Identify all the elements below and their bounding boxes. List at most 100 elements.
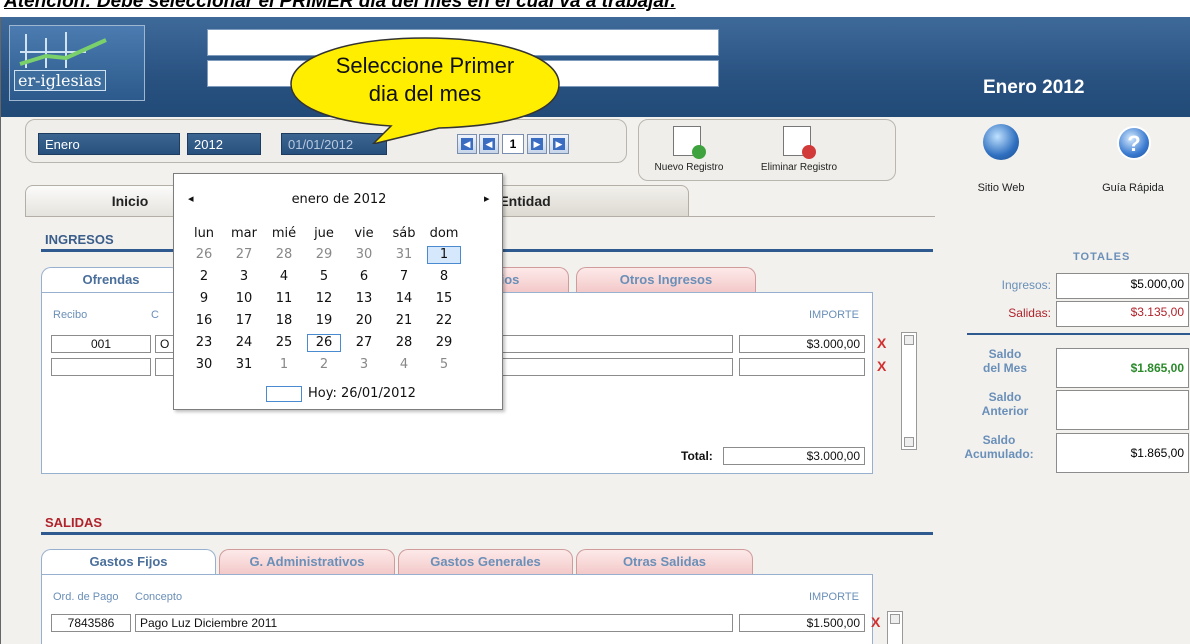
ingreso-importe-cell[interactable]: $3.000,00: [739, 335, 865, 353]
calendar-day[interactable]: 29: [424, 334, 464, 352]
new-record-label: Nuevo Registro: [654, 162, 724, 173]
col-concepto-salida: Concepto: [135, 591, 183, 603]
calendar-day[interactable]: 26: [307, 334, 341, 352]
calendar-day[interactable]: 5: [304, 268, 344, 286]
saldo-acumulado-label-1: Saldo: [982, 433, 1016, 447]
calendar-day[interactable]: 21: [384, 312, 424, 330]
ingreso-recibo-empty[interactable]: [51, 358, 151, 376]
calendar-day[interactable]: 27: [344, 334, 384, 352]
calendar-day[interactable]: 5: [424, 356, 464, 374]
calendar-day[interactable]: 23: [184, 334, 224, 352]
saldo-anterior-value: [1056, 390, 1189, 430]
tab-g-administrativos[interactable]: G. Administrativos: [219, 549, 395, 575]
calendar-day[interactable]: 31: [384, 246, 424, 264]
calendar-day[interactable]: 4: [384, 356, 424, 374]
calendar-day[interactable]: 26: [184, 246, 224, 264]
ingreso-recibo-cell[interactable]: 001: [51, 335, 151, 353]
salida-importe-cell[interactable]: $1.500,00: [739, 614, 865, 632]
calendar-day[interactable]: 4: [264, 268, 304, 286]
calendar-day[interactable]: 16: [184, 312, 224, 330]
tab-ofrendas[interactable]: Ofrendas: [41, 267, 181, 293]
calendar-day[interactable]: 7: [384, 268, 424, 286]
calendar-day[interactable]: 27: [224, 246, 264, 264]
new-record-button[interactable]: Nuevo Registro: [643, 126, 735, 178]
calendar-day[interactable]: 6: [344, 268, 384, 286]
delete-record-button[interactable]: Eliminar Registro: [753, 126, 845, 178]
tab-ingresos-hidden-label: ios: [500, 272, 520, 287]
globe-icon: [983, 124, 1019, 160]
delete-row-icon[interactable]: X: [871, 614, 880, 630]
logo-text: er-iglesias: [14, 70, 106, 91]
website-button[interactable]: Sitio Web: [961, 124, 1041, 200]
app-window: er-iglesias Enero 2012 Enero 2012 01/01/…: [0, 17, 1190, 644]
weekday-label: lun: [193, 226, 215, 241]
calendar-day[interactable]: 30: [184, 356, 224, 374]
callout-line-2: dia del mes: [368, 81, 482, 106]
calendar-day[interactable]: 22: [424, 312, 464, 330]
calendar-day[interactable]: 9: [184, 290, 224, 308]
ingreso-importe-empty[interactable]: [739, 358, 865, 376]
month-select[interactable]: Enero: [38, 133, 180, 155]
calendar-day[interactable]: 28: [384, 334, 424, 352]
tab-gastos-generales[interactable]: Gastos Generales: [398, 549, 573, 575]
totales-title: TOTALES: [1073, 251, 1131, 263]
salidas-divider: [41, 532, 933, 535]
calendar-day[interactable]: 1: [264, 356, 304, 374]
salida-orden-cell[interactable]: 7843586: [51, 614, 131, 632]
col-importe: IMPORTE: [809, 309, 859, 321]
calendar-day[interactable]: 28: [264, 246, 304, 264]
next-month-button[interactable]: ▸: [484, 192, 490, 205]
calendar-day[interactable]: 31: [224, 356, 264, 374]
delete-record-label: Eliminar Registro: [760, 162, 838, 173]
tab-otros-ingresos-label: Otros Ingresos: [619, 272, 713, 287]
tab-otros-ingresos[interactable]: Otros Ingresos: [576, 267, 756, 293]
saldo-anterior-label-2: Anterior: [981, 404, 1029, 418]
ingresos-scrollbar[interactable]: [901, 332, 917, 450]
weekday-label: mar: [231, 226, 257, 241]
calendar-day[interactable]: 3: [224, 268, 264, 286]
saldo-anterior-label-1: Saldo: [988, 390, 1022, 404]
calendar-day[interactable]: 14: [384, 290, 424, 308]
calendar-day[interactable]: 18: [264, 312, 304, 330]
calendar-day[interactable]: 29: [304, 246, 344, 264]
calendar-day[interactable]: 15: [424, 290, 464, 308]
salida-concepto-cell[interactable]: Pago Luz Diciembre 2011: [135, 614, 733, 632]
saldo-mes-value: $1.865,00: [1056, 348, 1189, 388]
col-orden-pago: Ord. de Pago: [53, 591, 119, 603]
delete-document-icon: [783, 126, 816, 159]
instruction-text: Atención: Debe seleccionar el PRIMER día…: [4, 0, 676, 12]
calendar-day[interactable]: 25: [264, 334, 304, 352]
calendar-day[interactable]: 2: [184, 268, 224, 286]
quick-guide-button[interactable]: ? Guía Rápida: [1093, 124, 1173, 200]
calendar-day[interactable]: 17: [224, 312, 264, 330]
tab-gastos-fijos[interactable]: Gastos Fijos: [41, 549, 216, 575]
weekday-label: mié: [271, 226, 297, 241]
total-value: $3.000,00: [723, 447, 865, 465]
calendar-day[interactable]: 13: [344, 290, 384, 308]
calendar-day[interactable]: 20: [344, 312, 384, 330]
calendar-day[interactable]: 30: [344, 246, 384, 264]
calendar-day[interactable]: 11: [264, 290, 304, 308]
salidas-scrollbar[interactable]: [887, 611, 903, 644]
delete-row-icon[interactable]: X: [877, 358, 886, 374]
calendar-day[interactable]: 24: [224, 334, 264, 352]
calendar-day[interactable]: 3: [344, 356, 384, 374]
salidas-title: SALIDAS: [45, 515, 103, 530]
today-button[interactable]: Hoy: 26/01/2012: [308, 386, 416, 401]
calendar-day[interactable]: 8: [424, 268, 464, 286]
calendar-day[interactable]: 10: [224, 290, 264, 308]
year-input[interactable]: 2012: [187, 133, 261, 155]
tab-otras-salidas-label: Otras Salidas: [622, 554, 707, 569]
record-actions: Nuevo Registro Eliminar Registro: [638, 119, 896, 181]
app-logo: er-iglesias: [9, 25, 145, 101]
weekday-label: dom: [429, 226, 459, 241]
header-band: er-iglesias Enero 2012: [1, 17, 1190, 117]
calendar-day[interactable]: 12: [304, 290, 344, 308]
calendar-day[interactable]: 19: [304, 312, 344, 330]
tab-gastos-fijos-label: Gastos Fijos: [89, 554, 168, 569]
delete-row-icon[interactable]: X: [877, 335, 886, 351]
calendar-day[interactable]: 2: [304, 356, 344, 374]
calendar-day[interactable]: 1: [427, 246, 461, 264]
tab-otras-salidas[interactable]: Otras Salidas: [576, 549, 753, 575]
col-recibo: Recibo: [53, 309, 88, 321]
